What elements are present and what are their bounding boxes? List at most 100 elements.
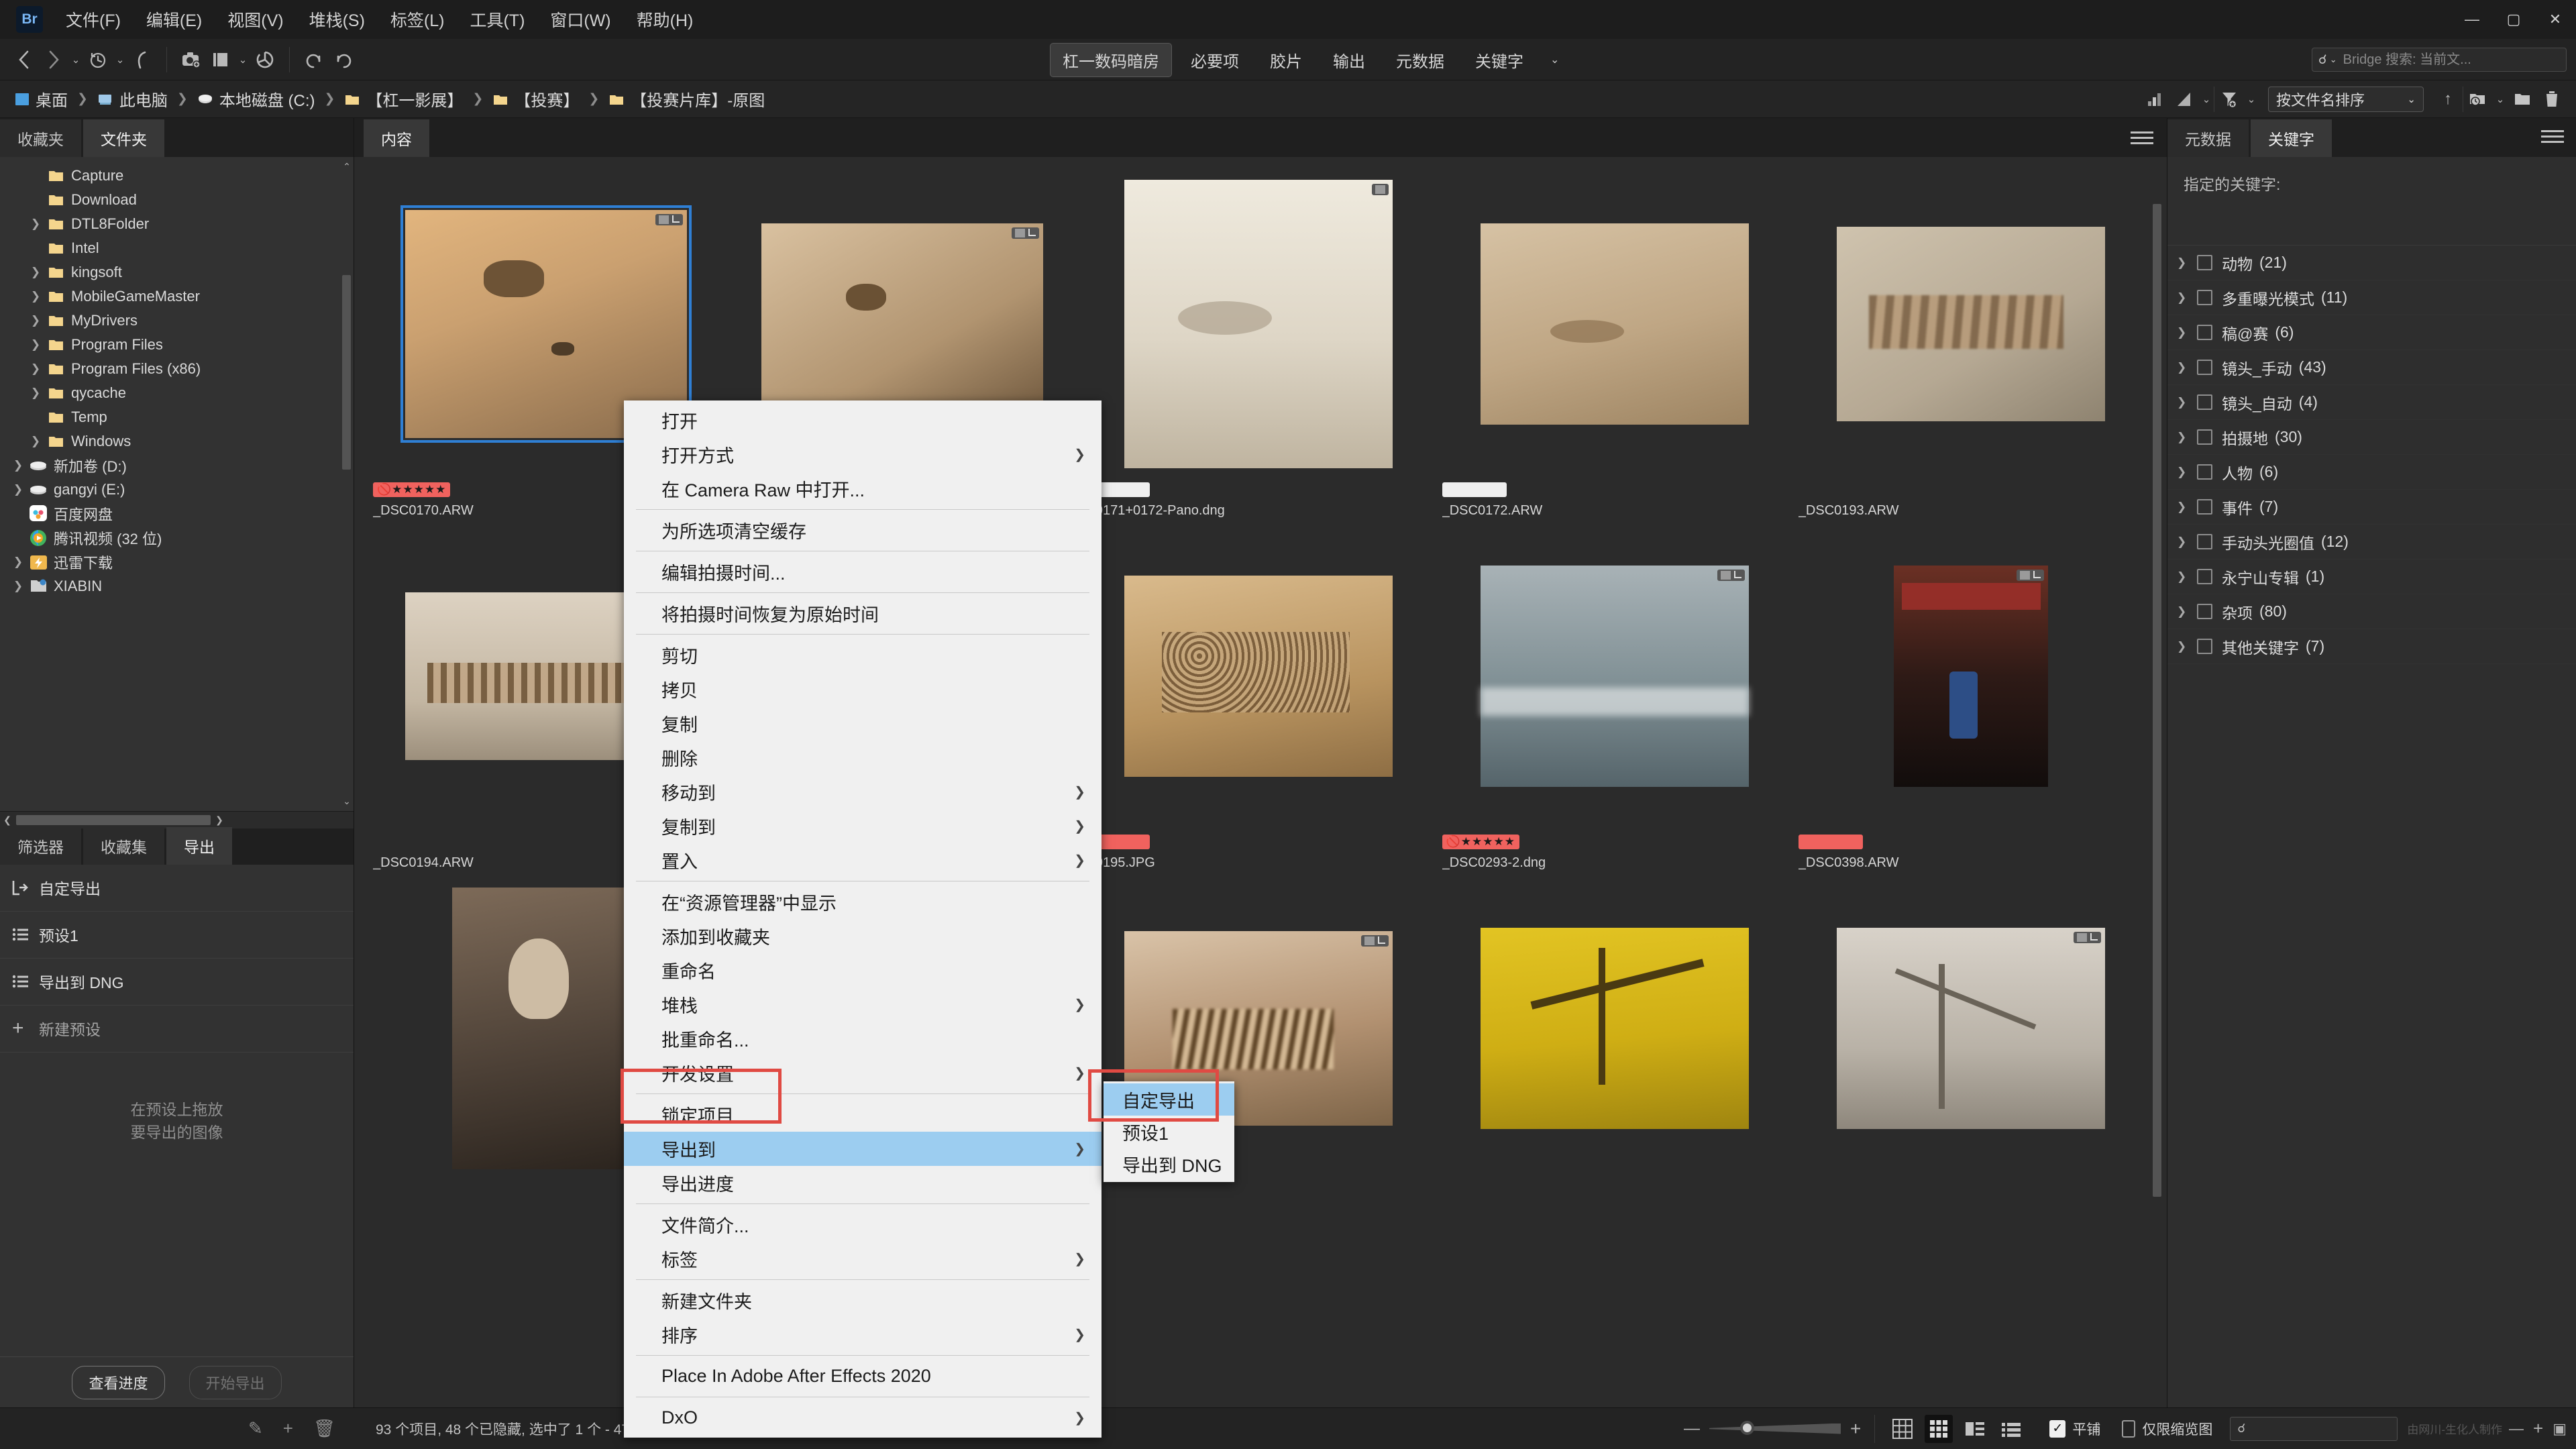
menu-item-place[interactable]: 置入 ❯ <box>624 843 1102 877</box>
tab-filter[interactable]: 筛选器 <box>0 826 81 865</box>
search-input[interactable] <box>2343 52 2560 68</box>
rating-bar[interactable] <box>1085 481 1431 498</box>
thumbnail-box[interactable] <box>1085 173 1431 475</box>
chevron-right-icon[interactable]: ❯ <box>2177 466 2197 479</box>
zoom-slider-handle[interactable] <box>1739 1420 1754 1435</box>
chevron-right-icon[interactable]: ❯ <box>2177 570 2197 584</box>
new-folder-icon[interactable] <box>2508 85 2537 114</box>
breadcrumb-desktop[interactable]: 桌面 <box>15 87 68 111</box>
menu-item-file-info[interactable]: 文件简介... <box>624 1208 1102 1242</box>
back-icon[interactable] <box>9 45 39 74</box>
thumbnail-zoom-control[interactable]: — + <box>1684 1418 1874 1440</box>
export-row-dng[interactable]: 导出到 DNG <box>0 959 354 1006</box>
tab-metadata[interactable]: 元数据 <box>2167 119 2249 157</box>
menu-item-export-to[interactable]: 导出到 ❯ <box>624 1132 1102 1166</box>
history-icon[interactable] <box>83 45 113 74</box>
menu-item-develop-settings[interactable]: 开发设置 ❯ <box>624 1056 1102 1090</box>
thumbnail-cell[interactable]: C0195.JPG <box>1085 525 1431 871</box>
export-row-custom[interactable]: 自定导出 <box>0 865 354 912</box>
keyword-checkbox[interactable] <box>2197 429 2212 445</box>
keyword-checkbox[interactable] <box>2197 604 2212 619</box>
tree-item-baidu-netdisk[interactable]: 百度网盘 <box>0 502 354 526</box>
keyword-row-submission[interactable]: ❯ 稿@赛 (6) <box>2167 315 2576 350</box>
breadcrumb-local-disk[interactable]: 本地磁盘 (C:) <box>197 87 315 111</box>
keyword-checkbox[interactable] <box>2197 639 2212 654</box>
panel-expand-icon[interactable]: ▣ <box>2553 1420 2567 1438</box>
breadcrumb-folder-contest[interactable]: 【投赛】 <box>492 87 579 111</box>
keyword-row-misc[interactable]: ❯ 杂项 (80) <box>2167 594 2576 629</box>
menu-item-rename[interactable]: 重命名 <box>624 953 1102 987</box>
thumbnail-image[interactable] <box>1837 928 2106 1129</box>
breadcrumb-this-pc[interactable]: 此电脑 <box>97 87 168 111</box>
tree-item-xiabin[interactable]: ❯ XIABIN <box>0 574 354 598</box>
menu-item-dxo[interactable]: DxO ❯ <box>624 1401 1102 1435</box>
export-to-submenu[interactable]: 自定导出 预设1 导出到 DNG <box>1104 1081 1234 1182</box>
chevron-right-icon[interactable]: ❯ <box>25 314 46 327</box>
thumbnail-cell[interactable]: _DSC0193.ARW <box>1799 173 2144 519</box>
thumbnail-box[interactable] <box>1442 877 1788 1179</box>
hscrollbar-thumb[interactable] <box>16 814 211 825</box>
tab-keywords[interactable]: 关键字 <box>2251 119 2332 157</box>
context-menu[interactable]: 打开 打开方式 ❯ 在 Camera Raw 中打开... 为所选项清空缓存 编辑… <box>624 400 1102 1438</box>
tree-item-program-files-x86[interactable]: ❯ Program Files (x86) <box>0 357 354 381</box>
rating-bar[interactable] <box>1799 1185 2144 1203</box>
chevron-right-icon[interactable]: ❯ <box>8 483 28 496</box>
keyword-row-yongning-album[interactable]: ❯ 永宁山专辑 (1) <box>2167 559 2576 594</box>
scroll-left-icon[interactable]: ❮ <box>0 814 15 826</box>
chevron-right-icon[interactable]: ❯ <box>8 459 28 472</box>
filter-funnel-icon[interactable] <box>2214 85 2244 114</box>
chevron-right-icon[interactable]: ❯ <box>2177 500 2197 514</box>
keyword-checkbox[interactable] <box>2197 360 2212 375</box>
thumbnail-cell[interactable]: _DSC0398.ARW <box>1798 525 2144 871</box>
keyword-row-manual-aperture[interactable]: ❯ 手动头光圈值 (12) <box>2167 525 2576 559</box>
menu-item-batch-rename[interactable]: 批重命名... <box>624 1022 1102 1056</box>
menu-edit[interactable]: 编辑(E) <box>146 7 202 32</box>
menu-item-copy[interactable]: 拷贝 <box>624 672 1102 706</box>
chevron-right-icon[interactable]: ❯ <box>25 435 46 448</box>
menu-file[interactable]: 文件(F) <box>66 7 121 32</box>
scroll-down-icon[interactable]: ⌄ <box>341 796 352 807</box>
get-photos-camera-icon[interactable] <box>176 45 206 74</box>
menu-view[interactable]: 视图(V) <box>227 7 283 32</box>
keyword-row-people[interactable]: ❯ 人物 (6) <box>2167 455 2576 490</box>
submenu-item-custom-export[interactable]: 自定导出 <box>1104 1083 1234 1116</box>
menu-item-open[interactable]: 打开 <box>624 403 1102 437</box>
menu-tools[interactable]: 工具(T) <box>470 7 525 32</box>
chevron-right-icon[interactable]: ❯ <box>25 386 46 400</box>
bridge-search-box[interactable]: ☌ ⌄ <box>2312 48 2567 72</box>
tree-item-program-files[interactable]: ❯ Program Files <box>0 333 354 357</box>
thumbnail-only-checkbox[interactable] <box>2122 1419 2136 1438</box>
thumbnail-cell[interactable] <box>1799 877 2144 1208</box>
tree-item-qycache[interactable]: ❯ qycache <box>0 381 354 405</box>
close-button[interactable]: ✕ <box>2534 0 2576 39</box>
rating-blank-label[interactable] <box>1442 482 1507 497</box>
scroll-right-icon[interactable]: ❯ <box>212 814 227 826</box>
workspace-tab-filmstrip[interactable]: 胶片 <box>1258 44 1314 76</box>
keywords-panel-menu-icon[interactable] <box>2541 129 2564 147</box>
tree-item-mydrivers[interactable]: ❯ MyDrivers <box>0 309 354 333</box>
menu-label[interactable]: 标签(L) <box>390 7 445 32</box>
thumbnail-image[interactable] <box>761 223 1043 425</box>
new-folder-chevron-icon[interactable]: ⌄ <box>2493 85 2508 114</box>
new-window-icon[interactable] <box>206 45 235 74</box>
content-panel-menu-icon[interactable] <box>2131 130 2153 148</box>
delete-icon[interactable] <box>2537 85 2567 114</box>
thumbnail-image[interactable] <box>1837 227 2106 421</box>
tree-item-intel[interactable]: Intel <box>0 236 354 260</box>
menu-item-copy-to[interactable]: 复制到 ❯ <box>624 809 1102 843</box>
keyword-checkbox[interactable] <box>2197 499 2212 515</box>
zoom-in-button[interactable]: + <box>1850 1418 1861 1440</box>
keyword-row-animals[interactable]: ❯ 动物 (21) <box>2167 246 2576 280</box>
refresh-shutter-icon[interactable] <box>250 45 280 74</box>
menu-item-restore-capture-time[interactable]: 将拍摄时间恢复为原始时间 <box>624 596 1102 631</box>
menu-item-reveal-in-explorer[interactable]: 在“资源管理器”中显示 <box>624 885 1102 919</box>
scrollbar-thumb[interactable] <box>342 275 351 470</box>
tile-checkbox-group[interactable]: ✓ 平铺 <box>2039 1419 2111 1439</box>
forward-icon[interactable] <box>39 45 68 74</box>
delete-keyword-icon[interactable]: 🗑 <box>313 1418 335 1439</box>
filter-rating-alt-icon[interactable] <box>2169 85 2199 114</box>
thumbnail-only-checkbox-group[interactable]: 仅限缩览图 <box>2111 1419 2223 1439</box>
menu-item-open-with[interactable]: 打开方式 ❯ <box>624 437 1102 472</box>
rating-bar[interactable] <box>1798 833 2144 851</box>
thumbnail-image[interactable] <box>1481 223 1750 425</box>
